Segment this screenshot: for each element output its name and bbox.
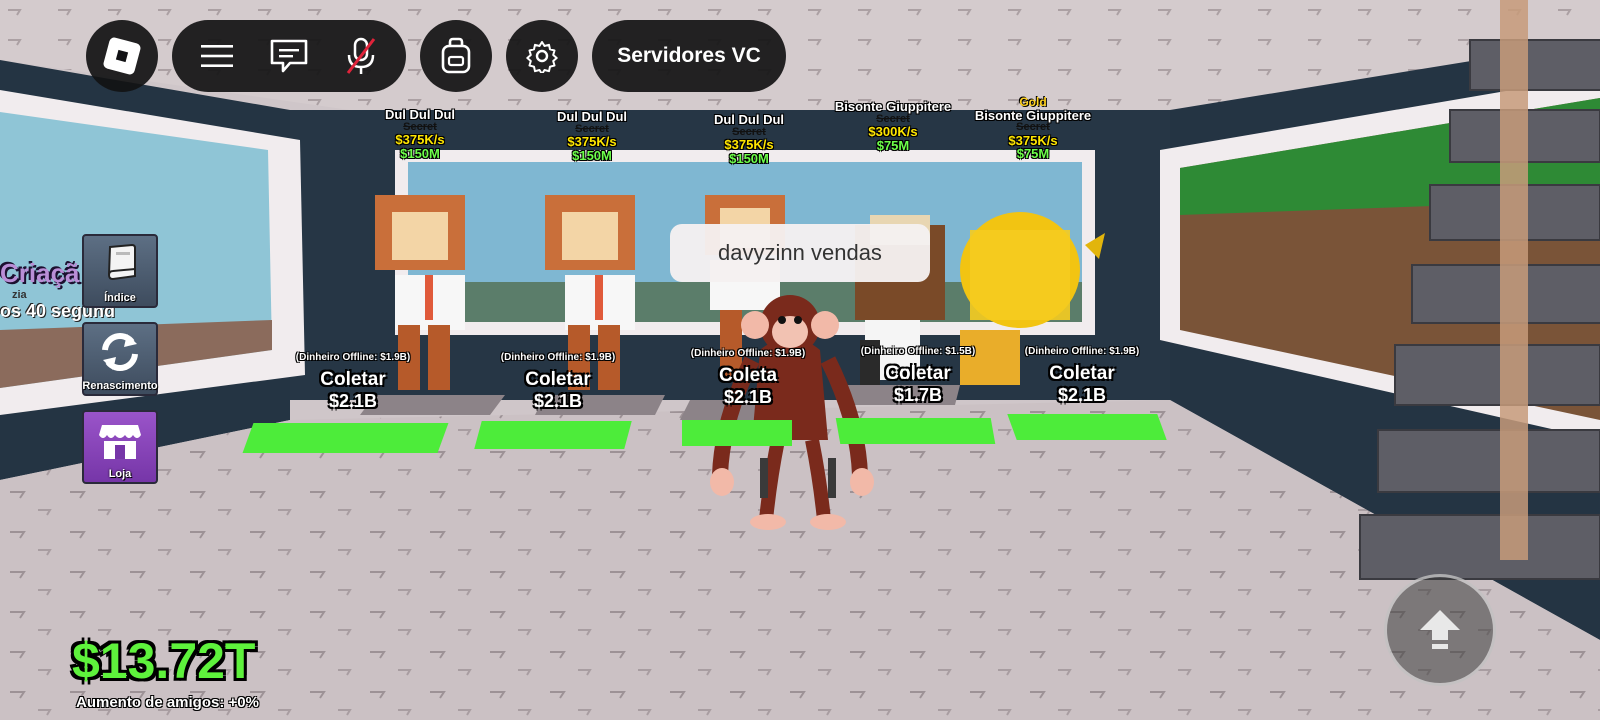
brainrot-label-5: Gold Bisonte Giuppitere Secret $375K/s $…: [975, 96, 1091, 161]
collect-pad-1[interactable]: [242, 423, 449, 453]
book-icon: [107, 243, 136, 281]
collect-amount: $1.7B: [893, 385, 943, 405]
offline-money: (Dinheiro Offline: $1.9B): [690, 348, 806, 359]
topbar-pill: [172, 20, 406, 92]
mic-muted-icon: [346, 37, 376, 74]
voice-mic-button[interactable]: [325, 20, 397, 92]
voice-servers-label: Servidores VC: [617, 44, 761, 67]
roblox-logo-icon: [102, 36, 142, 76]
collect-amount: $2.1B: [723, 387, 773, 407]
collect-pad-2[interactable]: [474, 421, 632, 449]
offline-money: (Dinheiro Offline: $1.5B): [860, 346, 976, 357]
brainrot-price: $75M: [1016, 146, 1050, 162]
index-icon-wrap: [84, 236, 156, 292]
collect-label-2: (Dinheiro Offline: $1.9B) Coletar $2.1B: [501, 352, 615, 412]
brainrot-rate: $375K/s: [395, 132, 445, 148]
brainrot-name: Dul Dul Dul: [713, 112, 785, 127]
brainrot-label-1: Dul Dul Dul Secret $375K/s $150M: [385, 108, 455, 160]
brainrot-name: Bisonte Giuppitere: [834, 99, 952, 114]
collect-pad-5[interactable]: [1007, 414, 1167, 440]
collect-amount: $2.1B: [328, 391, 378, 411]
rebirth-label: Renascimento: [82, 380, 158, 392]
brainrot-label-2: Dul Dul Dul Secret $375K/s $150M: [557, 110, 627, 162]
backpack-button[interactable]: [420, 20, 492, 92]
offline-money: (Dinheiro Offline: $1.9B): [1024, 346, 1140, 357]
brainrot-name: Bisonte Giuppitere: [974, 107, 1092, 123]
money-counter: $13.72T: [72, 633, 256, 689]
brainrot-price: $150M: [729, 150, 769, 166]
hamburger-menu-button[interactable]: [181, 20, 253, 92]
index-button[interactable]: Índice: [82, 234, 158, 308]
jump-button[interactable]: [1384, 574, 1496, 686]
brainrot-rate: $375K/s: [724, 137, 774, 153]
collect-text: Coletar: [320, 369, 386, 390]
collect-text: Coletar: [1049, 363, 1115, 384]
brainrot-mutation: Gold: [1019, 95, 1047, 109]
rebirth-icon-wrap: [84, 324, 156, 380]
brainrot-rate: $300K/s: [868, 124, 918, 140]
refresh-icon: [102, 333, 138, 371]
chat-button[interactable]: [253, 20, 325, 92]
shop-button[interactable]: Loja: [82, 410, 158, 484]
index-label: Índice: [104, 292, 136, 304]
brainrot-price: $75M: [876, 137, 910, 153]
brainrot-rate: $375K/s: [567, 134, 617, 150]
shop-icon: [99, 425, 141, 459]
collect-label-4: (Dinheiro Offline: $1.5B) Coletar $1.7B: [861, 346, 975, 406]
collect-amount: $2.1B: [533, 391, 583, 411]
collect-text: Coleta: [718, 365, 778, 386]
brainrot-label-4: Bisonte Giuppitere Secret $300K/s $75M: [835, 100, 951, 152]
gear-icon: [526, 41, 558, 73]
roblox-menu-button[interactable]: [86, 20, 158, 92]
settings-button[interactable]: [506, 20, 578, 92]
shop-label: Loja: [108, 468, 132, 480]
collect-text: Coletar: [525, 369, 591, 390]
rebirth-button[interactable]: Renascimento: [82, 322, 158, 396]
friend-boost-text: Aumento de amigos: +0%: [76, 694, 259, 711]
brainrot-name: Dul Dul Dul: [556, 109, 628, 124]
brainrot-name: Dul Dul Dul: [384, 107, 456, 122]
collect-label-5: (Dinheiro Offline: $1.9B) Coletar $2.1B: [1025, 346, 1139, 406]
collect-label-3: (Dinheiro Offline: $1.9B) Coleta $2.1B: [691, 348, 805, 408]
backpack-icon: [441, 37, 471, 74]
collect-pad-3[interactable]: [682, 420, 792, 446]
brainrot-rate: $375K/s: [1008, 132, 1058, 148]
chat-icon: [270, 39, 308, 73]
chat-bubble-text: davyzinn vendas: [718, 240, 882, 265]
shop-icon-wrap: [84, 412, 156, 468]
collect-text: Coletar: [885, 363, 951, 384]
collect-label-1: (Dinheiro Offline: $1.9B) Coletar $2.1B: [296, 352, 410, 412]
brainrot-price: $150M: [400, 145, 440, 161]
offline-money: (Dinheiro Offline: $1.9B): [500, 352, 616, 363]
brainrot-price: $150M: [572, 147, 612, 163]
brainrot-label-3: Dul Dul Dul Secret $375K/s $150M: [714, 113, 784, 165]
collect-pad-4[interactable]: [835, 418, 996, 444]
jump-arrow-icon: [1420, 610, 1460, 649]
voice-servers-button[interactable]: Servidores VC: [592, 20, 786, 92]
collect-amount: $2.1B: [1057, 385, 1107, 405]
hamburger-menu-icon: [201, 45, 233, 67]
offline-money: (Dinheiro Offline: $1.9B): [295, 352, 411, 363]
player-chat-bubble: davyzinn vendas: [670, 224, 930, 282]
